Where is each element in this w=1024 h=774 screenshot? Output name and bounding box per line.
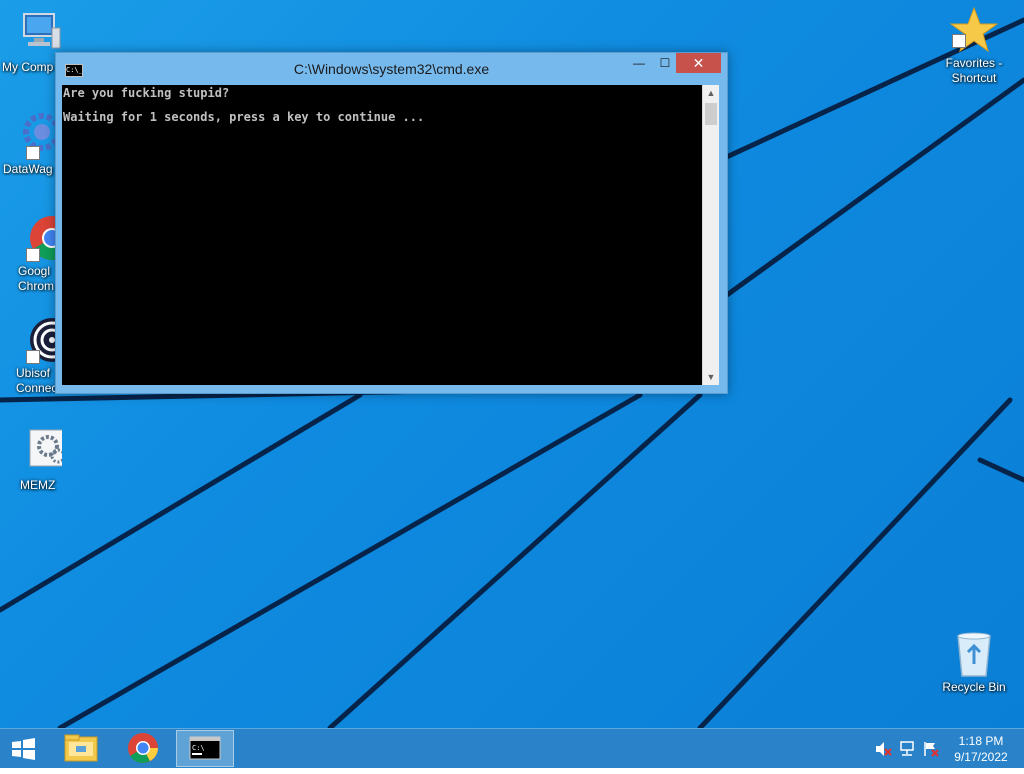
chrome-icon [128, 733, 158, 763]
minimize-button[interactable]: — [626, 53, 652, 73]
taskbar-command-prompt[interactable]: C:\ [176, 730, 234, 767]
cmd-window[interactable]: C:\_ C:\Windows\system32\cmd.exe — ☐ ✕ A… [55, 52, 728, 394]
clock-time: 1:18 PM [958, 734, 1004, 748]
settings-file-icon [14, 428, 75, 476]
desktop-icon-recycle-bin[interactable]: Recycle Bin [936, 630, 1012, 695]
desktop-icon-favorites-shortcut[interactable]: Favorites - Shortcut [936, 6, 1012, 86]
desktop-icon-label: MEMZ [20, 478, 56, 492]
close-button[interactable]: ✕ [676, 53, 721, 73]
svg-text:C:\: C:\ [192, 744, 205, 752]
taskbar-file-explorer[interactable] [52, 730, 110, 767]
shortcut-arrow-icon [26, 248, 40, 262]
console-output[interactable]: Are you fucking stupid? Waiting for 1 se… [62, 85, 702, 385]
folder-icon [64, 734, 98, 762]
system-clock[interactable]: 1:18 PM 9/17/2022 [946, 733, 1016, 765]
action-center-flag-icon[interactable] [922, 741, 940, 757]
desktop-icon-memz[interactable]: MEMZ [0, 428, 76, 493]
computer-icon [14, 10, 62, 58]
desktop-icon-label: Favorites - Shortcut [945, 56, 1003, 85]
recycle-bin-icon [950, 630, 998, 678]
star-icon [949, 6, 999, 54]
shortcut-arrow-icon [26, 350, 40, 364]
desktop[interactable]: My Comp DataWag Googl Chrom Ubisof Conne… [0, 0, 1024, 728]
window-titlebar[interactable]: C:\_ C:\Windows\system32\cmd.exe — ☐ ✕ [56, 53, 727, 83]
clock-date: 9/17/2022 [954, 750, 1008, 764]
taskbar: C:\ 1:18 PM 9/17/2022 [0, 728, 1024, 768]
windows-logo-icon [12, 738, 35, 760]
cmd-icon: C:\ [189, 736, 221, 760]
console-line: Waiting for 1 seconds, press a key to co… [63, 110, 425, 124]
network-icon[interactable] [898, 741, 916, 757]
vertical-scrollbar[interactable]: ▲ ▼ [702, 85, 719, 385]
scroll-down-icon[interactable]: ▼ [703, 369, 719, 385]
maximize-button[interactable]: ☐ [652, 53, 678, 73]
volume-muted-icon[interactable] [874, 741, 892, 757]
scroll-up-icon[interactable]: ▲ [703, 85, 719, 101]
shortcut-arrow-icon [952, 34, 966, 48]
console-line: Are you fucking stupid? [63, 86, 230, 100]
start-button[interactable] [0, 729, 48, 769]
scroll-thumb[interactable] [705, 103, 717, 125]
shortcut-arrow-icon [26, 146, 40, 160]
taskbar-google-chrome[interactable] [114, 730, 172, 767]
desktop-icon-label: Recycle Bin [942, 680, 1006, 694]
